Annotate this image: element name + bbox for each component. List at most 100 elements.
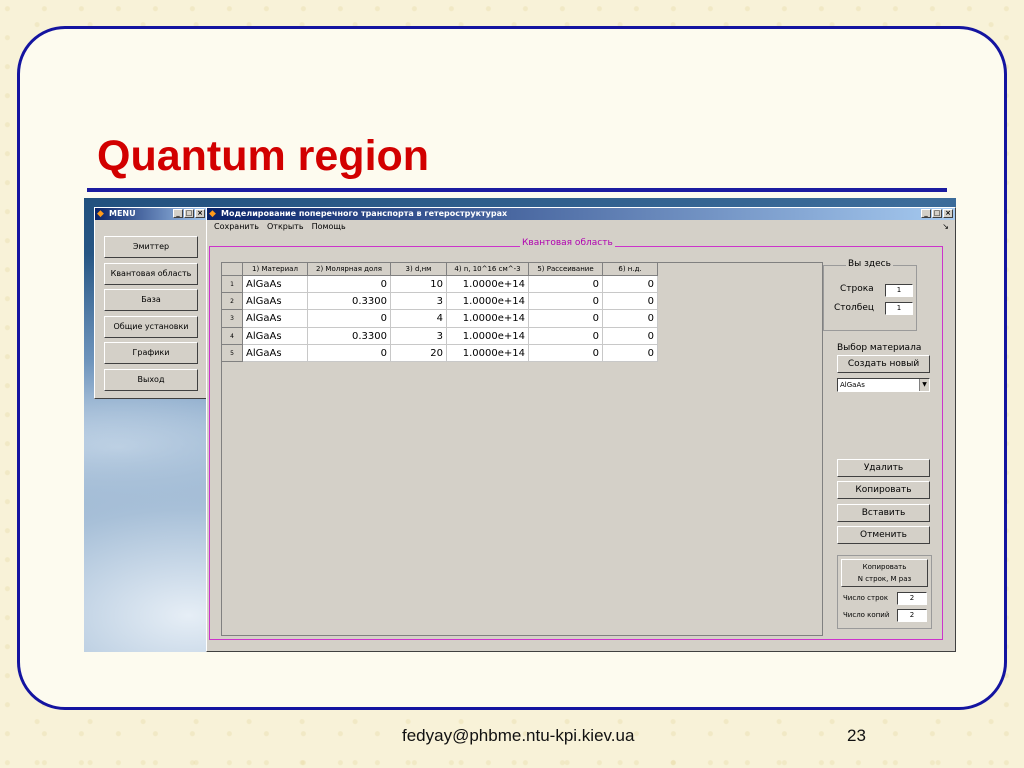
table-cell[interactable]: 20	[391, 344, 447, 362]
menu-window-titlebar[interactable]: ◆ MENU _ □ ×	[95, 208, 207, 220]
menu-save[interactable]: Сохранить	[214, 220, 259, 233]
menu-open[interactable]: Открыть	[267, 220, 304, 233]
dock-arrow-icon[interactable]: ↘	[942, 220, 949, 233]
table-cell[interactable]: AlGaAs	[243, 310, 308, 328]
table-cell[interactable]: 0	[603, 276, 658, 294]
graphs-button[interactable]: Графики	[104, 342, 198, 365]
table-cell[interactable]: 0.3300	[308, 327, 391, 345]
table-cell[interactable]: AlGaAs	[243, 344, 308, 362]
quantum-region-button[interactable]: Квантовая область	[104, 262, 198, 285]
table-cell[interactable]: 10	[391, 276, 447, 294]
copy-n-rows-line2: N строк, M раз	[857, 575, 912, 583]
create-new-button[interactable]: Создать новый	[837, 355, 930, 373]
column-field[interactable]: 1	[885, 302, 913, 315]
menu-help[interactable]: Помощь	[312, 220, 346, 233]
table-cell[interactable]: 0	[603, 293, 658, 311]
chevron-down-icon[interactable]: ▼	[919, 379, 929, 391]
column-label: Столбец	[834, 303, 874, 313]
app-screenshot: ◆ MENU _ □ × Эмиттер Квантовая область Б…	[84, 198, 956, 652]
row-header[interactable]: 1	[222, 276, 243, 294]
row-header[interactable]: 5	[222, 344, 243, 362]
close-icon[interactable]: ×	[943, 209, 953, 218]
table-cell[interactable]: 0	[603, 327, 658, 345]
material-dropdown[interactable]: AlGaAs ▼	[837, 378, 930, 392]
table-row: 2 AlGaAs 0.3300 3 1.0000e+14 0 0	[222, 293, 822, 311]
copy-multiple-panel: Копировать N строк, M раз Число строк 2 …	[837, 555, 932, 629]
table-cell[interactable]: 3	[391, 293, 447, 311]
table-cell[interactable]: 3	[391, 327, 447, 345]
table-cell[interactable]: 0	[529, 276, 603, 294]
title-underline	[87, 188, 947, 192]
table-cell[interactable]: AlGaAs	[243, 276, 308, 294]
material-dropdown-value: AlGaAs	[840, 381, 865, 389]
minimize-icon[interactable]: _	[173, 209, 183, 218]
close-icon[interactable]: ×	[195, 209, 205, 218]
table-cell[interactable]: 0	[308, 276, 391, 294]
table-cell[interactable]: 0	[603, 310, 658, 328]
maximize-icon[interactable]: □	[932, 209, 942, 218]
col-header-thickness[interactable]: 3) d,нм	[391, 263, 447, 276]
table-cell[interactable]: 0	[529, 293, 603, 311]
table-cell[interactable]: 0	[529, 310, 603, 328]
rows-count-label: Число строк	[843, 594, 889, 602]
table-row: 3 AlGaAs 0 4 1.0000e+14 0 0	[222, 310, 822, 328]
emitter-button[interactable]: Эмиттер	[104, 236, 198, 258]
table-cell[interactable]: 1.0000e+14	[447, 310, 529, 328]
row-header[interactable]: 2	[222, 293, 243, 311]
table-cell[interactable]: 0	[529, 327, 603, 345]
table-cell[interactable]: 1.0000e+14	[447, 276, 529, 294]
table-cell[interactable]: 0	[529, 344, 603, 362]
base-button[interactable]: База	[104, 289, 198, 312]
matlab-logo-icon: ◆	[97, 209, 104, 219]
paste-button[interactable]: Вставить	[837, 504, 930, 522]
row-label: Строка	[840, 284, 874, 294]
row-header[interactable]: 3	[222, 310, 243, 328]
layers-table: 1) Материал 2) Молярная доля 3) d,нм 4) …	[221, 262, 823, 636]
position-panel-title: Вы здесь	[846, 259, 893, 269]
col-header-material[interactable]: 1) Материал	[243, 263, 308, 276]
main-window: ◆ Моделирование поперечного транспорта в…	[206, 207, 956, 652]
table-cell[interactable]: AlGaAs	[243, 293, 308, 311]
table-cell[interactable]: 0	[308, 344, 391, 362]
main-window-title: Моделирование поперечного транспорта в г…	[221, 209, 508, 218]
col-header-concentration[interactable]: 4) n, 10^16 см^-3	[447, 263, 529, 276]
table-cell[interactable]: 1.0000e+14	[447, 344, 529, 362]
minimize-icon[interactable]: _	[921, 209, 931, 218]
col-header-nd[interactable]: 6) н.д.	[603, 263, 658, 276]
slide-title: Quantum region	[97, 132, 430, 180]
copy-n-rows-button[interactable]: Копировать N строк, M раз	[841, 559, 928, 587]
material-selection-label: Выбор материала	[837, 343, 922, 353]
col-header-mole-fraction[interactable]: 2) Молярная доля	[308, 263, 391, 276]
table-cell[interactable]: 0.3300	[308, 293, 391, 311]
position-panel: Вы здесь Строка 1 Столбец 1	[823, 259, 917, 331]
table-row: 5 AlGaAs 0 20 1.0000e+14 0 0	[222, 344, 822, 362]
table-cell[interactable]: 1.0000e+14	[447, 327, 529, 345]
quantum-region-frame-title: Квантовая область	[520, 238, 615, 248]
table-cell[interactable]: 1.0000e+14	[447, 293, 529, 311]
matlab-logo-icon: ◆	[209, 209, 216, 219]
menu-window: ◆ MENU _ □ × Эмиттер Квантовая область Б…	[94, 207, 208, 399]
menubar: Сохранить Открыть Помощь ↘	[207, 220, 955, 233]
table-corner	[222, 263, 243, 276]
general-settings-button[interactable]: Общие установки	[104, 315, 198, 338]
copies-count-field[interactable]: 2	[897, 609, 927, 622]
copy-button[interactable]: Копировать	[837, 481, 930, 499]
row-field[interactable]: 1	[885, 284, 913, 297]
table-cell[interactable]: 0	[308, 310, 391, 328]
copies-count-label: Число копий	[843, 611, 890, 619]
table-cell[interactable]: 4	[391, 310, 447, 328]
footer-email: fedyay@phbme.ntu-kpi.kiev.ua	[402, 726, 635, 745]
main-window-titlebar[interactable]: ◆ Моделирование поперечного транспорта в…	[207, 208, 955, 220]
maximize-icon[interactable]: □	[184, 209, 194, 218]
rows-count-field[interactable]: 2	[897, 592, 927, 605]
table-row: 4 AlGaAs 0.3300 3 1.0000e+14 0 0	[222, 327, 822, 345]
table-cell[interactable]: 0	[603, 344, 658, 362]
table-row: 1 AlGaAs 0 10 1.0000e+14 0 0	[222, 276, 822, 294]
delete-button[interactable]: Удалить	[837, 459, 930, 477]
menu-window-title: MENU	[109, 209, 136, 218]
cancel-button[interactable]: Отменить	[837, 526, 930, 544]
exit-button[interactable]: Выход	[104, 368, 198, 391]
table-cell[interactable]: AlGaAs	[243, 327, 308, 345]
col-header-scattering[interactable]: 5) Рассеивание	[529, 263, 603, 276]
row-header[interactable]: 4	[222, 327, 243, 345]
